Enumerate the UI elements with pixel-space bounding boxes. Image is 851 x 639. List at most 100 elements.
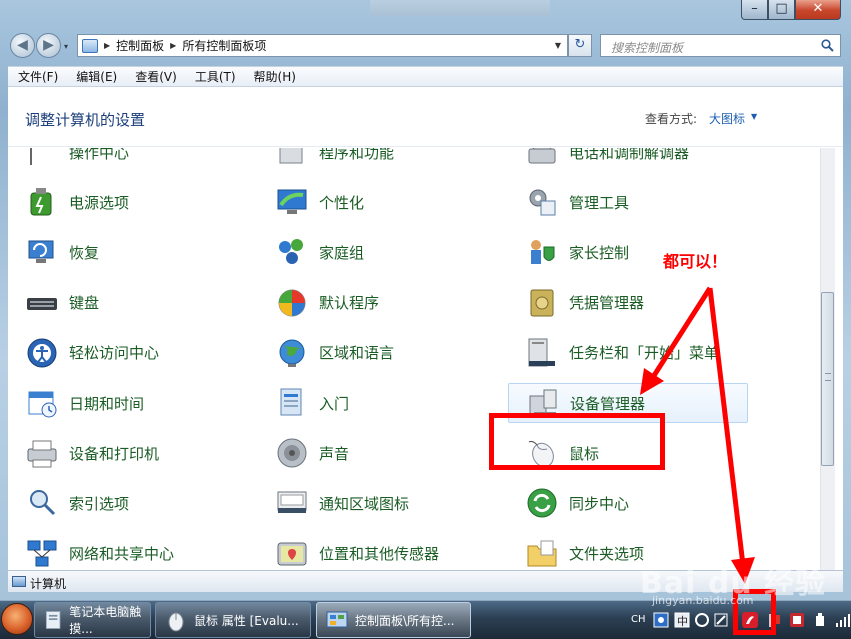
- menu-file[interactable]: 文件(F): [8, 67, 66, 86]
- control-panel-item[interactable]: 入门: [258, 383, 498, 423]
- globe-icon: [275, 336, 309, 370]
- menu-edit[interactable]: 编辑(E): [66, 67, 125, 86]
- default-programs-icon: [275, 286, 309, 320]
- signal-tray-icon[interactable]: [834, 612, 850, 628]
- control-panel-item[interactable]: 恢复: [8, 232, 248, 272]
- control-panel-items: 操作中心 程序和功能 电话和调制解调器电源选项 个性化 管理工具恢复 家庭组 家长控制键盘 默…: [8, 148, 828, 570]
- control-panel-item-label: 轻松访问中心: [69, 344, 160, 363]
- control-panel-item-label: 电源选项: [69, 193, 130, 212]
- taskbar-item-control-panel[interactable]: 控制面板\所有控...: [316, 602, 471, 638]
- chevron-down-icon[interactable]: ▼: [549, 41, 567, 50]
- minimize-button[interactable]: –: [741, 0, 768, 20]
- maximize-button[interactable]: □: [768, 0, 795, 20]
- taskbar-item-mouse-properties[interactable]: 鼠标 属性 [Evalu...: [155, 602, 311, 638]
- control-panel-item-label: 家长控制: [569, 243, 630, 262]
- control-panel-item[interactable]: 个性化: [258, 182, 498, 222]
- menu-view[interactable]: 查看(V): [125, 67, 185, 86]
- location-icon: [275, 537, 309, 570]
- ease-access-icon: [25, 336, 59, 370]
- control-panel-item[interactable]: 管理工具: [508, 182, 748, 222]
- halfwidth-icon[interactable]: [694, 612, 710, 628]
- control-panel-item[interactable]: 键盘: [8, 283, 248, 323]
- control-panel-item[interactable]: 索引选项: [8, 483, 248, 523]
- control-panel-item[interactable]: 程序和功能: [258, 148, 498, 172]
- calendar-icon: [25, 386, 59, 420]
- view-by-dropdown[interactable]: 大图标: [709, 110, 745, 127]
- phone-modem-icon: [525, 148, 559, 169]
- menu-bar: 文件(F) 编辑(E) 查看(V) 工具(T) 帮助(H): [8, 66, 843, 87]
- highlight-box-mouse: [489, 413, 665, 470]
- control-panel-item-label: 管理工具: [569, 193, 630, 212]
- search-icon[interactable]: [821, 39, 834, 52]
- computer-icon: [12, 576, 26, 587]
- scrollbar-thumb[interactable]: [821, 292, 834, 466]
- control-panel-item[interactable]: 通知区域图标: [258, 483, 498, 523]
- control-panel-item-label: 网络和共享中心: [69, 545, 175, 564]
- status-text: 计算机: [30, 577, 67, 591]
- programs-icon: [275, 148, 309, 169]
- taskbar-icon: [525, 336, 559, 370]
- control-panel-item-label: 个性化: [319, 193, 365, 212]
- control-panel-item[interactable]: 凭据管理器: [508, 283, 748, 323]
- control-panel-item-label: 文件夹选项: [569, 545, 645, 564]
- control-panel-item[interactable]: 操作中心: [8, 148, 248, 172]
- chevron-down-icon[interactable]: ▼: [751, 112, 757, 121]
- document-icon: [45, 611, 61, 629]
- printer-icon: [25, 436, 59, 470]
- control-panel-item[interactable]: 设备和打印机: [8, 433, 248, 473]
- control-panel-item-label: 家庭组: [319, 243, 365, 262]
- breadcrumb-all-items[interactable]: 所有控制面板项: [182, 37, 266, 54]
- address-bar[interactable]: ▶ 控制面板 ▶ 所有控制面板项 ▼: [77, 34, 568, 57]
- control-panel-item-label: 设备管理器: [570, 394, 646, 413]
- control-panel-item[interactable]: 电话和调制解调器: [508, 148, 748, 172]
- ime-chinese-icon[interactable]: 中: [674, 612, 690, 628]
- control-panel-item-label: 索引选项: [69, 494, 130, 513]
- control-panel-item[interactable]: 位置和其他传感器: [258, 534, 498, 570]
- control-panel-icon: [82, 38, 98, 53]
- menu-help[interactable]: 帮助(H): [244, 67, 304, 86]
- recovery-icon: [25, 235, 59, 269]
- control-panel-item[interactable]: 家庭组: [258, 232, 498, 272]
- control-panel-item-label: 操作中心: [69, 148, 130, 162]
- chevron-right-icon[interactable]: ▶: [104, 41, 110, 50]
- forward-button[interactable]: ▶: [36, 33, 61, 58]
- taskbar-item-laptop-touchpad[interactable]: 笔记本电脑触摸...: [34, 602, 151, 638]
- control-panel-item-label: 默认程序: [319, 294, 380, 313]
- control-panel-item[interactable]: 轻松访问中心: [8, 333, 248, 373]
- close-button[interactable]: ✕: [795, 0, 841, 20]
- control-panel-item[interactable]: 日期和时间: [8, 383, 248, 423]
- control-panel-item[interactable]: 区域和语言: [258, 333, 498, 373]
- start-button[interactable]: [1, 603, 33, 635]
- recent-pages-button[interactable]: ▾: [64, 42, 68, 51]
- search-placeholder: 搜索控制面板: [611, 41, 684, 55]
- breadcrumb-control-panel[interactable]: 控制面板: [116, 37, 164, 54]
- language-indicator[interactable]: CH: [631, 614, 646, 625]
- back-button[interactable]: ◀: [10, 33, 35, 58]
- ime-icon[interactable]: [653, 612, 669, 628]
- sync-icon: [525, 486, 559, 520]
- control-panel-item[interactable]: 任务栏和「开始」菜单: [508, 333, 748, 373]
- chevron-right-icon[interactable]: ▶: [170, 41, 176, 50]
- control-panel-item-label: 任务栏和「开始」菜单: [569, 344, 720, 363]
- admin-tools-icon: [525, 185, 559, 219]
- control-panel-item[interactable]: 网络和共享中心: [8, 534, 248, 570]
- content-header: 调整计算机的设置 查看方式: 大图标 ▼: [8, 87, 843, 147]
- taskbar-item-label: 笔记本电脑触摸...: [69, 605, 142, 636]
- taskbar-item-label: 控制面板\所有控...: [355, 613, 455, 628]
- parental-icon: [525, 235, 559, 269]
- pen-icon[interactable]: [713, 612, 729, 628]
- control-panel-item[interactable]: 声音: [258, 433, 498, 473]
- control-panel-item[interactable]: 同步中心: [508, 483, 748, 523]
- power-tray-icon[interactable]: [812, 612, 828, 628]
- flag-icon: [25, 148, 59, 169]
- control-panel-item[interactable]: 默认程序: [258, 283, 498, 323]
- control-panel-item-label: 位置和其他传感器: [319, 545, 440, 564]
- content-pane: 调整计算机的设置 查看方式: 大图标 ▼ 操作中心 程序和功能 电话和调制解调器电源…: [8, 87, 843, 570]
- search-input[interactable]: 搜索控制面板: [600, 34, 841, 57]
- notify-icon: [275, 486, 309, 520]
- security-tray-icon[interactable]: [789, 612, 805, 628]
- refresh-button[interactable]: ↻: [568, 34, 592, 57]
- homegroup-icon: [275, 235, 309, 269]
- control-panel-item[interactable]: 电源选项: [8, 182, 248, 222]
- menu-tools[interactable]: 工具(T): [185, 67, 244, 86]
